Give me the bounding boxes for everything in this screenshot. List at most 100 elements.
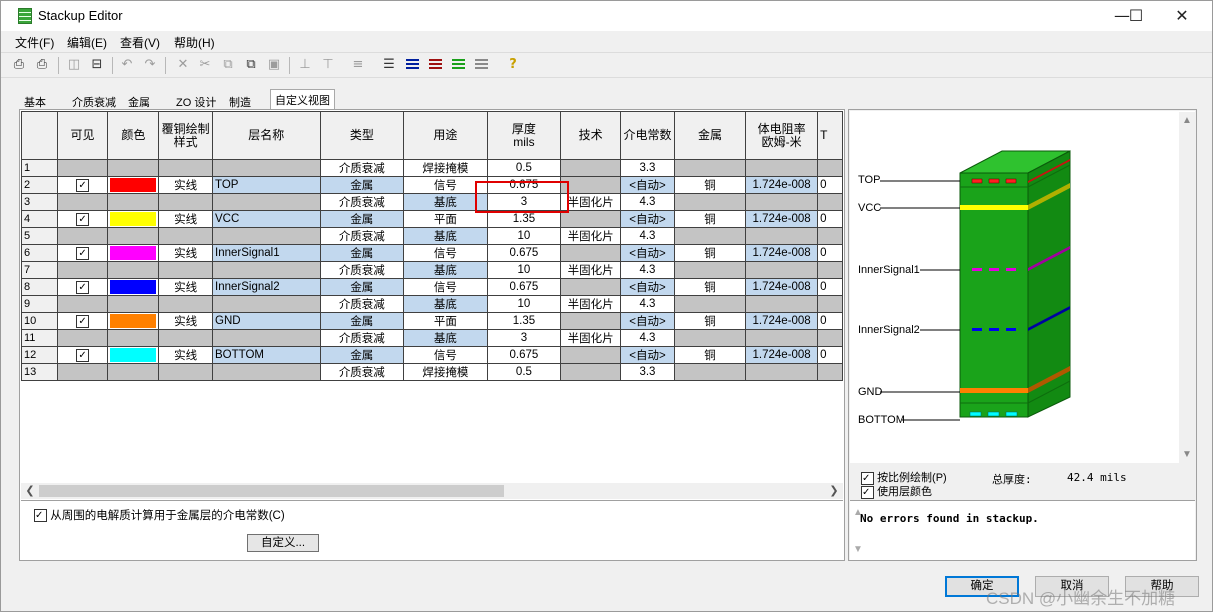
undo-icon[interactable]: ↶ (118, 56, 136, 74)
resist-cell[interactable]: 1.724e-008 (745, 176, 819, 194)
msg-scroll-up-icon[interactable]: ▲ (851, 506, 865, 520)
row-number[interactable]: 8 (21, 278, 58, 296)
metal-cell[interactable] (673, 193, 747, 211)
column-header[interactable]: 覆铜绘制 样式 (158, 111, 214, 160)
name-cell[interactable]: InnerSignal1 (212, 244, 321, 262)
row-number[interactable]: 7 (21, 261, 58, 279)
column-header[interactable]: 层名称 (212, 111, 321, 160)
name-cell[interactable]: InnerSignal2 (212, 278, 321, 296)
tech-cell[interactable]: 半固化片 (560, 329, 622, 347)
insert-below-icon[interactable]: ⊤ (319, 56, 337, 74)
resist-cell[interactable] (745, 193, 819, 211)
dk-cell[interactable]: 4.3 (620, 295, 675, 313)
usage-cell[interactable]: 基底 (403, 227, 488, 245)
dk-cell[interactable]: 4.3 (620, 193, 675, 211)
usage-cell[interactable]: 基底 (403, 329, 488, 347)
visible-checkbox[interactable]: ✓ (76, 212, 90, 226)
color-cell[interactable] (107, 329, 160, 347)
extra-cell[interactable] (817, 329, 843, 347)
type-cell[interactable]: 介质衰减 (319, 295, 405, 313)
cut-icon[interactable]: ✂ (196, 56, 214, 74)
customize-button[interactable]: 自定义... (247, 534, 319, 552)
row-number[interactable]: 1 (21, 159, 58, 177)
extra-cell[interactable]: 0 (817, 176, 843, 194)
column-header[interactable]: 金属 (673, 111, 747, 160)
visible-checkbox[interactable]: ✓ (76, 246, 90, 260)
maximize-button[interactable]: ☐ (1113, 1, 1159, 31)
color-swatch[interactable] (110, 314, 157, 328)
table-row[interactable]: 8 ✓ 实线 InnerSignal2 金属 信号 0.675 <自动> 铜 1.724e-008… (21, 278, 843, 296)
table-row[interactable]: 10 ✓ 实线 GND 金属 平面 1.35 <自动> 铜 1.724e-008 0 (21, 312, 843, 330)
dielectric-checkbox[interactable]: ✓ (34, 509, 47, 523)
resist-cell[interactable]: 1.724e-008 (745, 210, 819, 228)
thickness-cell[interactable]: 1.35 (486, 210, 562, 228)
visible-cell[interactable]: ✓ (56, 210, 109, 228)
menu-help[interactable]: 帮助(H) (174, 34, 215, 51)
color-cell[interactable] (107, 295, 160, 313)
color-cell[interactable] (107, 312, 160, 330)
style-cell[interactable] (158, 261, 214, 279)
name-cell[interactable]: TOP (212, 176, 321, 194)
resist-cell[interactable] (745, 329, 819, 347)
extra-cell[interactable]: 0 (817, 278, 843, 296)
color-cell[interactable] (107, 210, 160, 228)
print-preview-icon[interactable]: ⎙ (33, 56, 51, 74)
style-cell[interactable]: 实线 (158, 346, 214, 364)
grey-lines-icon[interactable] (472, 56, 490, 74)
extra-cell[interactable]: 0 (817, 346, 843, 364)
metal-cell[interactable] (673, 227, 747, 245)
style-cell[interactable] (158, 329, 214, 347)
tech-cell[interactable] (560, 363, 622, 381)
usage-cell[interactable]: 基底 (403, 261, 488, 279)
resist-cell[interactable]: 1.724e-008 (745, 244, 819, 262)
tab-basic[interactable]: 基本 (19, 91, 51, 109)
visible-cell[interactable] (56, 193, 109, 211)
color-cell[interactable] (107, 363, 160, 381)
tab-zo-design[interactable]: ZO 设计 (171, 91, 221, 109)
color-swatch[interactable] (110, 348, 157, 362)
dielectric-option[interactable]: ✓ 从周围的电解质计算用于金属层的介电常数(C) (34, 507, 285, 523)
usage-cell[interactable]: 基底 (403, 295, 488, 313)
name-cell[interactable] (212, 261, 321, 279)
table-row[interactable]: 6 ✓ 实线 InnerSignal1 金属 信号 0.675 <自动> 铜 1.724e-008… (21, 244, 843, 262)
style-cell[interactable] (158, 295, 214, 313)
row-number[interactable]: 6 (21, 244, 58, 262)
tab-custom-view[interactable]: 自定义视图 (270, 89, 335, 109)
resist-cell[interactable] (745, 363, 819, 381)
resist-cell[interactable] (745, 295, 819, 313)
tech-cell[interactable] (560, 278, 622, 296)
table-row[interactable]: 11 介质衰减 基底 3 半固化片 4.3 (21, 329, 843, 347)
type-cell[interactable]: 金属 (319, 312, 405, 330)
visible-checkbox[interactable]: ✓ (76, 280, 90, 294)
color-cell[interactable] (107, 159, 160, 177)
visible-cell[interactable]: ✓ (56, 278, 109, 296)
visible-cell[interactable] (56, 363, 109, 381)
extra-cell[interactable]: 0 (817, 244, 843, 262)
blue-lines-icon[interactable] (403, 56, 421, 74)
resist-cell[interactable]: 1.724e-008 (745, 312, 819, 330)
tab-metal[interactable]: 金属 (123, 91, 155, 109)
metal-cell[interactable]: 铜 (673, 312, 747, 330)
type-cell[interactable]: 介质衰减 (319, 227, 405, 245)
dk-cell[interactable]: 4.3 (620, 329, 675, 347)
usage-cell[interactable]: 信号 (403, 244, 488, 262)
thickness-cell[interactable]: 0.675 (486, 244, 562, 262)
tech-cell[interactable] (560, 176, 622, 194)
name-cell[interactable] (212, 363, 321, 381)
column-header[interactable]: 体电阻率 欧姆-米 (745, 111, 819, 160)
name-cell[interactable] (212, 193, 321, 211)
metal-cell[interactable]: 铜 (673, 176, 747, 194)
style-cell[interactable]: 实线 (158, 176, 214, 194)
tech-cell[interactable] (560, 244, 622, 262)
visible-cell[interactable]: ✓ (56, 176, 109, 194)
delete-icon[interactable]: ✕ (174, 56, 192, 74)
metal-cell[interactable]: 铜 (673, 244, 747, 262)
resist-cell[interactable]: 1.724e-008 (745, 278, 819, 296)
thickness-cell[interactable]: 0.675 (486, 346, 562, 364)
split-vertical-icon[interactable]: ◫ (65, 56, 83, 74)
table-row[interactable]: 2 ✓ 实线 TOP 金属 信号 0.675 <自动> 铜 1.724e-008 0 (21, 176, 843, 194)
type-cell[interactable]: 介质衰减 (319, 363, 405, 381)
type-cell[interactable]: 金属 (319, 346, 405, 364)
row-number[interactable]: 10 (21, 312, 58, 330)
table-row[interactable]: 12 ✓ 实线 BOTTOM 金属 信号 0.675 <自动> 铜 1.724e-008 0 (21, 346, 843, 364)
